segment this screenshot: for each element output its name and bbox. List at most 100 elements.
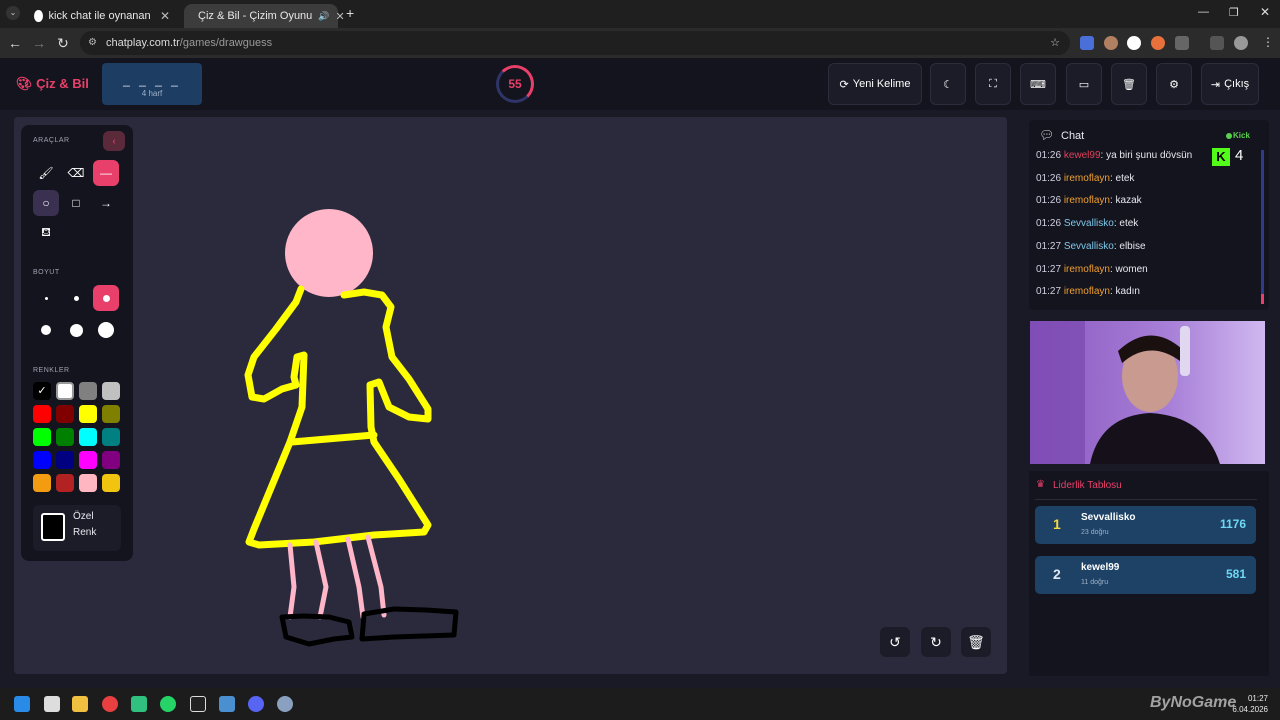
clear-canvas-button[interactable]: 🗑︎ bbox=[961, 627, 991, 657]
close-tab-icon[interactable]: ✕ bbox=[160, 9, 170, 23]
extension-icon[interactable] bbox=[1127, 36, 1141, 50]
fullscreen-button[interactable]: ⛶ bbox=[975, 63, 1011, 105]
size-option-6[interactable] bbox=[93, 317, 119, 343]
extension-icon[interactable] bbox=[1151, 36, 1165, 50]
brush-tool-button[interactable]: 🖌︎ bbox=[33, 160, 59, 186]
system-clock[interactable]: 01:27 6.04.2026 bbox=[1232, 693, 1268, 715]
url-input[interactable]: ⚙ chatplay.com.tr/games/drawguess ☆ bbox=[80, 31, 1070, 55]
chrome-icon[interactable] bbox=[102, 696, 118, 712]
browser-tab-active[interactable]: Çiz & Bil - Çizim Oyunu 🔊 ✕ bbox=[184, 4, 345, 28]
color-swatch[interactable] bbox=[33, 451, 51, 469]
color-swatch[interactable] bbox=[102, 382, 120, 400]
profile-avatar[interactable] bbox=[1234, 36, 1248, 50]
size-option-2[interactable] bbox=[63, 285, 89, 311]
color-swatch[interactable] bbox=[33, 428, 51, 446]
minimize-window-button[interactable]: — bbox=[1198, 6, 1209, 18]
redo-icon: ↻ bbox=[930, 633, 942, 650]
exit-button[interactable]: ⇥ Çıkış bbox=[1201, 63, 1259, 105]
color-swatch[interactable] bbox=[56, 428, 74, 446]
media-control-icon[interactable] bbox=[1210, 36, 1224, 50]
color-swatch[interactable] bbox=[79, 405, 97, 423]
keyboard-button[interactable]: ⌨ bbox=[1020, 63, 1056, 105]
size-dot bbox=[41, 325, 51, 335]
file-explorer-icon[interactable] bbox=[72, 696, 88, 712]
delete-button[interactable]: 🗑︎ bbox=[1111, 63, 1147, 105]
arrow-right-icon: → bbox=[100, 196, 112, 210]
maximize-window-button[interactable]: ❐ bbox=[1229, 6, 1239, 19]
new-word-button[interactable]: ⟳ Yeni Kelime bbox=[828, 63, 922, 105]
whatsapp-icon[interactable] bbox=[160, 696, 176, 712]
color-swatch[interactable] bbox=[102, 451, 120, 469]
settings-app-icon[interactable] bbox=[277, 696, 293, 712]
drawing-canvas[interactable]: ↺ ↻ 🗑︎ bbox=[14, 117, 1007, 674]
color-swatch[interactable] bbox=[56, 474, 74, 492]
color-swatch[interactable] bbox=[102, 474, 120, 492]
archive-button[interactable]: ▭ bbox=[1066, 63, 1102, 105]
size-option-3[interactable] bbox=[93, 285, 119, 311]
color-swatch[interactable] bbox=[33, 474, 51, 492]
app-logo-text: Çiz & Bil bbox=[36, 76, 89, 91]
app-icon[interactable] bbox=[131, 696, 147, 712]
exit-label: Çıkış bbox=[1224, 78, 1250, 90]
collapse-panel-button[interactable]: ‹ bbox=[103, 131, 125, 151]
fill-tool-button[interactable]: ⛾ bbox=[33, 220, 59, 246]
trash-icon: 🗑︎ bbox=[1122, 78, 1136, 91]
color-swatch[interactable] bbox=[79, 428, 97, 446]
color-swatch[interactable] bbox=[56, 451, 74, 469]
settings-button[interactable]: ⚙ bbox=[1156, 63, 1192, 105]
tab-list-icon[interactable]: ⌄ bbox=[6, 6, 20, 20]
app-icon[interactable] bbox=[219, 696, 235, 712]
color-swatch[interactable] bbox=[102, 428, 120, 446]
size-option-5[interactable] bbox=[63, 317, 89, 343]
color-swatch[interactable] bbox=[79, 474, 97, 492]
gear-icon: ⚙ bbox=[1169, 78, 1179, 91]
chat-scrollbar[interactable] bbox=[1261, 150, 1264, 300]
color-swatch[interactable] bbox=[79, 382, 97, 400]
windows-taskbar: ByNoGame 01:27 6.04.2026 bbox=[0, 688, 1280, 720]
size-option-4[interactable] bbox=[33, 317, 59, 343]
back-arrow-icon[interactable]: ← bbox=[6, 34, 24, 52]
extensions-puzzle-icon[interactable] bbox=[1175, 36, 1189, 50]
app-logo[interactable]: 🎨︎ Çiz & Bil bbox=[16, 76, 89, 92]
moon-icon: ☾ bbox=[943, 78, 953, 91]
browser-tab-inactive[interactable]: kick chat ile oynanan oyunlar - ✕ bbox=[26, 4, 178, 28]
windows-start-icon[interactable] bbox=[14, 696, 30, 712]
leaderboard-correct-count: 11 doğru bbox=[1081, 579, 1109, 586]
color-swatch[interactable] bbox=[56, 405, 74, 423]
dark-mode-button[interactable]: ☾ bbox=[930, 63, 966, 105]
eraser-tool-button[interactable]: ⌫ bbox=[63, 160, 89, 186]
browser-menu-icon[interactable]: ⋮ bbox=[1262, 35, 1274, 49]
size-option-1[interactable] bbox=[33, 285, 59, 311]
undo-button[interactable]: ↺ bbox=[880, 627, 910, 657]
discord-icon[interactable] bbox=[248, 696, 264, 712]
site-info-icon[interactable]: ⚙ bbox=[88, 31, 97, 55]
extension-icon[interactable] bbox=[1104, 36, 1118, 50]
color-swatch[interactable] bbox=[79, 451, 97, 469]
translate-extension-icon[interactable] bbox=[1080, 36, 1094, 50]
circle-tool-button[interactable]: ○ bbox=[33, 190, 59, 216]
speaker-icon[interactable]: 🔊 bbox=[318, 11, 329, 22]
bookmark-star-icon[interactable]: ☆ bbox=[1050, 31, 1060, 55]
redo-button[interactable]: ↻ bbox=[921, 627, 951, 657]
close-tab-icon[interactable]: ✕ bbox=[336, 10, 345, 23]
forward-arrow-icon[interactable]: → bbox=[30, 34, 48, 52]
size-dot bbox=[69, 323, 83, 337]
task-view-icon[interactable] bbox=[44, 696, 60, 712]
color-swatch[interactable] bbox=[102, 405, 120, 423]
color-swatch[interactable] bbox=[56, 382, 74, 400]
leaderboard-title: Liderlik Tablosu bbox=[1053, 480, 1122, 491]
reload-icon[interactable]: ↻ bbox=[54, 34, 72, 52]
chat-message-time: 01:27 bbox=[1036, 240, 1062, 252]
close-window-button[interactable]: ✕ bbox=[1260, 5, 1270, 19]
audio-app-icon[interactable] bbox=[190, 696, 206, 712]
drawn-figure bbox=[244, 209, 459, 647]
custom-color-button[interactable]: Özel Renk bbox=[33, 505, 121, 551]
rectangle-tool-button[interactable]: □ bbox=[63, 190, 89, 216]
line-tool-button[interactable]: — bbox=[93, 160, 119, 186]
new-tab-button[interactable]: + bbox=[346, 5, 354, 21]
archive-icon: ▭ bbox=[1078, 78, 1090, 91]
arrow-tool-button[interactable]: → bbox=[93, 190, 119, 216]
color-swatch[interactable]: ✓ bbox=[33, 382, 51, 400]
chat-scrollbar-thumb[interactable] bbox=[1261, 294, 1264, 304]
color-swatch[interactable] bbox=[33, 405, 51, 423]
